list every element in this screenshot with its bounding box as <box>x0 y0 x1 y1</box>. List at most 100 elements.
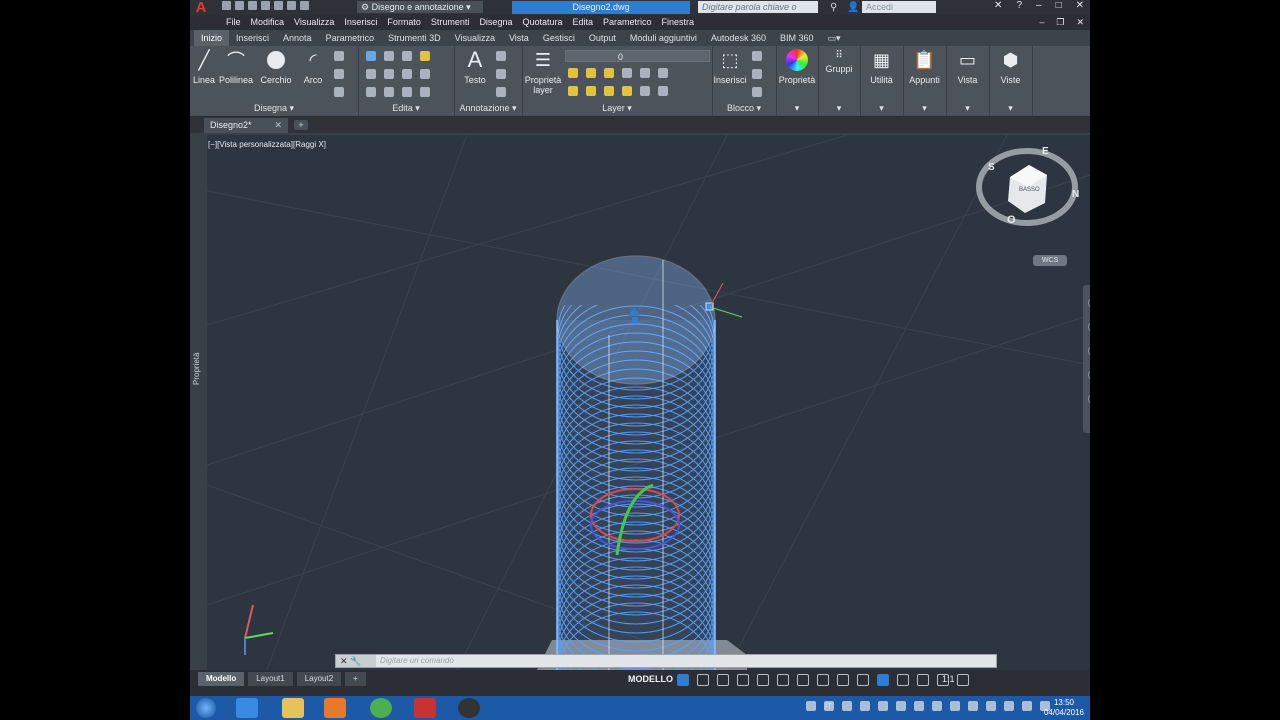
menu-file[interactable]: File <box>226 15 251 30</box>
arc-button[interactable]: ◜ Arco <box>298 49 328 86</box>
layer-on-icon[interactable] <box>568 68 578 78</box>
tab-moduli-aggiuntivi[interactable]: Moduli aggiuntivi <box>623 30 704 46</box>
explorer-icon[interactable] <box>282 698 304 718</box>
viewcube-north[interactable]: N <box>1072 189 1079 200</box>
panel-title-blocco[interactable]: Blocco ▾ <box>712 103 776 114</box>
layer-prev-icon[interactable] <box>568 86 578 96</box>
fillet-icon[interactable] <box>402 69 412 79</box>
tray-icon-5[interactable] <box>878 701 888 711</box>
tray-icon-2[interactable] <box>824 701 834 711</box>
showmotion-icon[interactable] <box>1088 393 1090 405</box>
tab-inizio[interactable]: Inizio <box>194 30 230 46</box>
trim-icon[interactable] <box>402 51 412 61</box>
insert-block-button[interactable]: ⬚ Inserisci <box>712 49 748 86</box>
tray-icon-8[interactable] <box>932 701 942 711</box>
attribute-icon[interactable] <box>752 87 762 97</box>
panel-title-layer[interactable]: Layer ▾ <box>522 103 712 114</box>
navigation-bar[interactable] <box>1083 285 1090 433</box>
undo-icon[interactable] <box>287 1 296 10</box>
tab-extra-icon[interactable]: ▭▾ <box>821 30 848 46</box>
circle-button[interactable]: Cerchio <box>258 49 294 85</box>
layer-unisolate-icon[interactable] <box>586 86 596 96</box>
layer-walk-icon[interactable] <box>640 86 650 96</box>
panel-gruppi-expand[interactable]: ▾ <box>818 103 860 114</box>
tray-icon-4[interactable] <box>860 701 870 711</box>
command-line[interactable]: ✕ 🔧 Digitare un comando <box>335 654 997 668</box>
view-button[interactable]: ▭ Vista <box>946 49 989 86</box>
autocad-taskbar-icon[interactable] <box>414 698 436 718</box>
chrome-icon[interactable] <box>370 698 392 718</box>
viewcube-east[interactable]: E <box>1042 146 1049 157</box>
print-icon[interactable] <box>274 1 283 10</box>
exchange-icon[interactable]: ✕ <box>994 0 1002 11</box>
osnap-toggle-icon[interactable] <box>777 674 789 686</box>
layout-tab-layout1[interactable]: Layout1 <box>248 672 293 686</box>
mirror-icon[interactable] <box>384 69 394 79</box>
layer-freeze-icon[interactable] <box>586 68 596 78</box>
menu-finestra[interactable]: Finestra <box>662 15 705 30</box>
viewcube-west[interactable]: O <box>1007 214 1016 226</box>
edit-block-icon[interactable] <box>752 69 762 79</box>
move-icon[interactable] <box>366 51 376 61</box>
ortho-toggle-icon[interactable] <box>717 674 729 686</box>
panel-title-edita[interactable]: Edita ▾ <box>358 103 454 114</box>
media-player-icon[interactable] <box>324 698 346 718</box>
doc-restore-icon[interactable]: ❐ <box>1056 15 1064 30</box>
new-icon[interactable] <box>222 1 231 10</box>
annotation-scale-icon[interactable] <box>957 674 969 686</box>
workspace-dropdown[interactable]: ⚙ Disegno e annotazione ▾ <box>357 1 483 13</box>
dimension-icon[interactable] <box>496 51 506 61</box>
menu-strumenti[interactable]: Strumenti <box>431 15 480 30</box>
layer-lock-icon[interactable] <box>604 68 614 78</box>
table-icon[interactable] <box>496 87 506 97</box>
tab-gestisci[interactable]: Gestisci <box>536 30 582 46</box>
panel-appunti-expand[interactable]: ▾ <box>903 103 946 114</box>
leader-icon[interactable] <box>496 69 506 79</box>
menu-formato[interactable]: Formato <box>387 15 431 30</box>
3d-osnap-icon[interactable] <box>877 674 889 686</box>
snap-toggle-icon[interactable] <box>697 674 709 686</box>
close-icon[interactable]: ✕ <box>1076 0 1084 11</box>
viewport-controls-label[interactable]: [−][Vista personalizzata][Raggi X] <box>208 140 326 149</box>
layer-merge-icon[interactable] <box>658 86 668 96</box>
selection-cycling-icon[interactable] <box>857 674 869 686</box>
views-button[interactable]: ⬢ Viste <box>989 49 1032 86</box>
minimize-icon[interactable]: – <box>1036 0 1042 11</box>
layer-iso-icon[interactable] <box>640 68 650 78</box>
layer-thaw-icon[interactable] <box>622 86 632 96</box>
obs-icon[interactable] <box>458 698 480 718</box>
open-icon[interactable] <box>235 1 244 10</box>
groups-button[interactable]: ⠿ Gruppi <box>818 50 860 75</box>
tray-icon-6[interactable] <box>896 701 906 711</box>
tray-icon-12[interactable] <box>1004 701 1014 711</box>
model-space-toggle[interactable]: MODELLO <box>628 674 673 684</box>
search-input[interactable]: Digitare parola chiave o frase <box>698 1 818 24</box>
viewcube-south[interactable]: S <box>988 162 995 173</box>
drawing-viewport[interactable]: BASSO S E N O [−][Vista personalizzata][… <box>207 135 1090 670</box>
doc-tab-disegno2[interactable]: Disegno2* ✕ <box>204 118 288 133</box>
new-tab-button[interactable]: + <box>294 120 308 130</box>
ie-icon[interactable] <box>236 698 258 718</box>
transparency-toggle-icon[interactable] <box>837 674 849 686</box>
menu-disegna[interactable]: Disegna <box>479 15 522 30</box>
binoculars-icon[interactable]: ⚲ <box>830 2 837 13</box>
command-input[interactable]: Digitare un comando <box>380 655 454 667</box>
cylinder-object[interactable] <box>537 255 747 670</box>
layer-match-icon[interactable] <box>658 68 668 78</box>
explode-icon[interactable] <box>420 69 430 79</box>
layout-tab-modello[interactable]: Modello <box>198 672 245 686</box>
tray-icon-3[interactable] <box>842 701 852 711</box>
erase-icon[interactable] <box>420 51 430 61</box>
otrack-toggle-icon[interactable] <box>797 674 809 686</box>
viewcube[interactable]: BASSO S E N O <box>976 146 1079 226</box>
help-icon[interactable]: ? <box>1016 0 1022 11</box>
layer-dropdown[interactable]: 0 <box>565 50 710 62</box>
pan-icon[interactable] <box>1088 321 1090 333</box>
orbit-icon[interactable] <box>1088 369 1090 381</box>
properties-palette-strip[interactable]: Proprietà <box>190 135 207 670</box>
annotation-visibility-icon[interactable] <box>917 674 929 686</box>
tab-output[interactable]: Output <box>582 30 623 46</box>
clock[interactable]: 13:50 04/04/2016 <box>1044 698 1084 718</box>
tray-icon-11[interactable] <box>986 701 996 711</box>
clipboard-button[interactable]: 📋 Appunti <box>903 49 946 86</box>
